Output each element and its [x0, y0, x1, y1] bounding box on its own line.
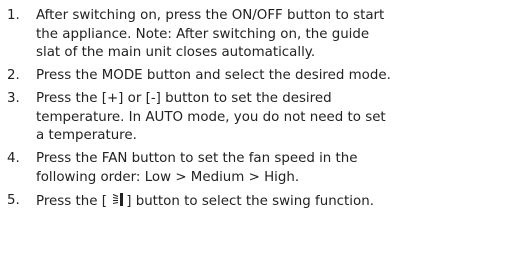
step-text-line: Press the [ ] button to select the swing… — [36, 192, 513, 214]
step-text-line: slat of the main unit closes automatical… — [36, 45, 316, 60]
step-4: 4. Press the FAN button to set the fan s… — [0, 150, 513, 187]
step-number: 5. — [7, 192, 20, 208]
step-text-line: Press the MODE button and select the des… — [36, 68, 391, 83]
step-5: 5. Press the [ ] button to select the sw… — [0, 192, 513, 214]
step-text-line: a temperature. — [36, 128, 137, 143]
swing-icon — [112, 192, 125, 214]
instruction-document: 1. After switching on, press the ON/OFF … — [0, 0, 513, 269]
step-text-line: Press the FAN button to set the fan spee… — [36, 151, 358, 166]
step-text-line: the appliance. Note: After switching on,… — [36, 26, 370, 42]
step-text-line: following order: Low > Medium > High. — [36, 169, 300, 185]
step-number: 4. — [7, 151, 20, 166]
step-2: 2. Press the MODE button and select the … — [0, 67, 513, 86]
step-1: 1. After switching on, press the ON/OFF … — [0, 7, 513, 63]
step-text-line: Press the [+] or [-] button to set the d… — [36, 91, 332, 106]
step-text-line: temperature. In AUTO mode, you do not ne… — [36, 109, 386, 125]
instruction-steps: 1. After switching on, press the ON/OFF … — [0, 7, 513, 218]
step-text-line: After switching on, press the ON/OFF but… — [36, 8, 385, 23]
step-text-after-icon: ] button to select the swing function. — [126, 193, 374, 209]
step-number: 3. — [7, 91, 20, 106]
step-text-before-icon: Press the [ — [36, 193, 112, 209]
step-3: 3. Press the [+] or [-] button to set th… — [0, 90, 513, 146]
step-number: 2. — [7, 68, 20, 83]
step-number: 1. — [7, 8, 20, 23]
